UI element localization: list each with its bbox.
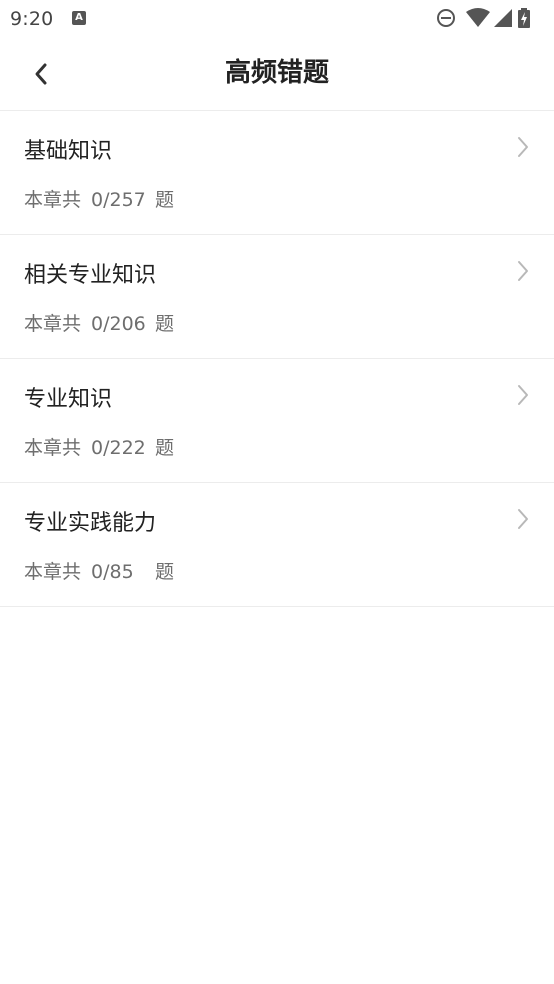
chapter-list: 基础知识 本章共 0/257 题 相关专业知识 本章共 0/206 题 专业知识 本章共… bbox=[0, 111, 554, 607]
progress-suffix: 题 bbox=[155, 313, 175, 335]
page-title: 高频错题 bbox=[224, 58, 329, 88]
chapter-item-related-knowledge[interactable]: 相关专业知识 本章共 0/206 题 bbox=[0, 235, 554, 359]
progress-count: 0/222 bbox=[91, 437, 146, 459]
chapter-item-basic-knowledge[interactable]: 基础知识 本章共 0/257 题 bbox=[0, 111, 554, 235]
progress-suffix: 题 bbox=[155, 437, 175, 459]
status-time: 9:20 bbox=[10, 8, 54, 30]
chapter-progress: 本章共 0/257 题 bbox=[24, 185, 174, 212]
chapter-item-professional-practice[interactable]: 专业实践能力 本章共 0/85 题 bbox=[0, 483, 554, 607]
signal-icon bbox=[494, 9, 512, 27]
progress-count: 0/206 bbox=[91, 313, 146, 335]
chapter-title: 专业实践能力 bbox=[24, 511, 157, 536]
chevron-right-icon bbox=[518, 261, 528, 281]
chevron-right-icon bbox=[518, 509, 528, 529]
progress-count: 0/257 bbox=[91, 189, 146, 211]
status-icons bbox=[436, 8, 546, 28]
do-not-disturb-icon bbox=[437, 9, 455, 27]
progress-prefix: 本章共 bbox=[24, 189, 82, 211]
progress-prefix: 本章共 bbox=[24, 313, 82, 335]
chevron-right-icon bbox=[518, 385, 528, 405]
app-bar: 高频错题 bbox=[0, 37, 554, 111]
chapter-progress: 本章共 0/85 题 bbox=[24, 557, 174, 584]
chevron-left-icon bbox=[35, 63, 47, 85]
status-bar: 9:20 A bbox=[0, 0, 554, 37]
chevron-right-icon bbox=[518, 137, 528, 157]
progress-prefix: 本章共 bbox=[24, 437, 82, 459]
progress-suffix: 题 bbox=[155, 561, 175, 583]
chapter-title: 基础知识 bbox=[24, 139, 113, 164]
battery-charging-icon bbox=[518, 8, 530, 28]
progress-count: 0/85 bbox=[91, 561, 134, 583]
a-icon: A bbox=[72, 11, 86, 25]
chapter-title: 专业知识 bbox=[24, 387, 113, 412]
progress-prefix: 本章共 bbox=[24, 561, 82, 583]
chapter-progress: 本章共 0/222 题 bbox=[24, 433, 174, 460]
chapter-item-professional-knowledge[interactable]: 专业知识 本章共 0/222 题 bbox=[0, 359, 554, 483]
back-button[interactable] bbox=[24, 57, 58, 91]
chapter-progress: 本章共 0/206 题 bbox=[24, 309, 174, 336]
progress-suffix: 题 bbox=[155, 189, 175, 211]
chapter-title: 相关专业知识 bbox=[24, 263, 157, 288]
wifi-icon bbox=[466, 8, 490, 27]
